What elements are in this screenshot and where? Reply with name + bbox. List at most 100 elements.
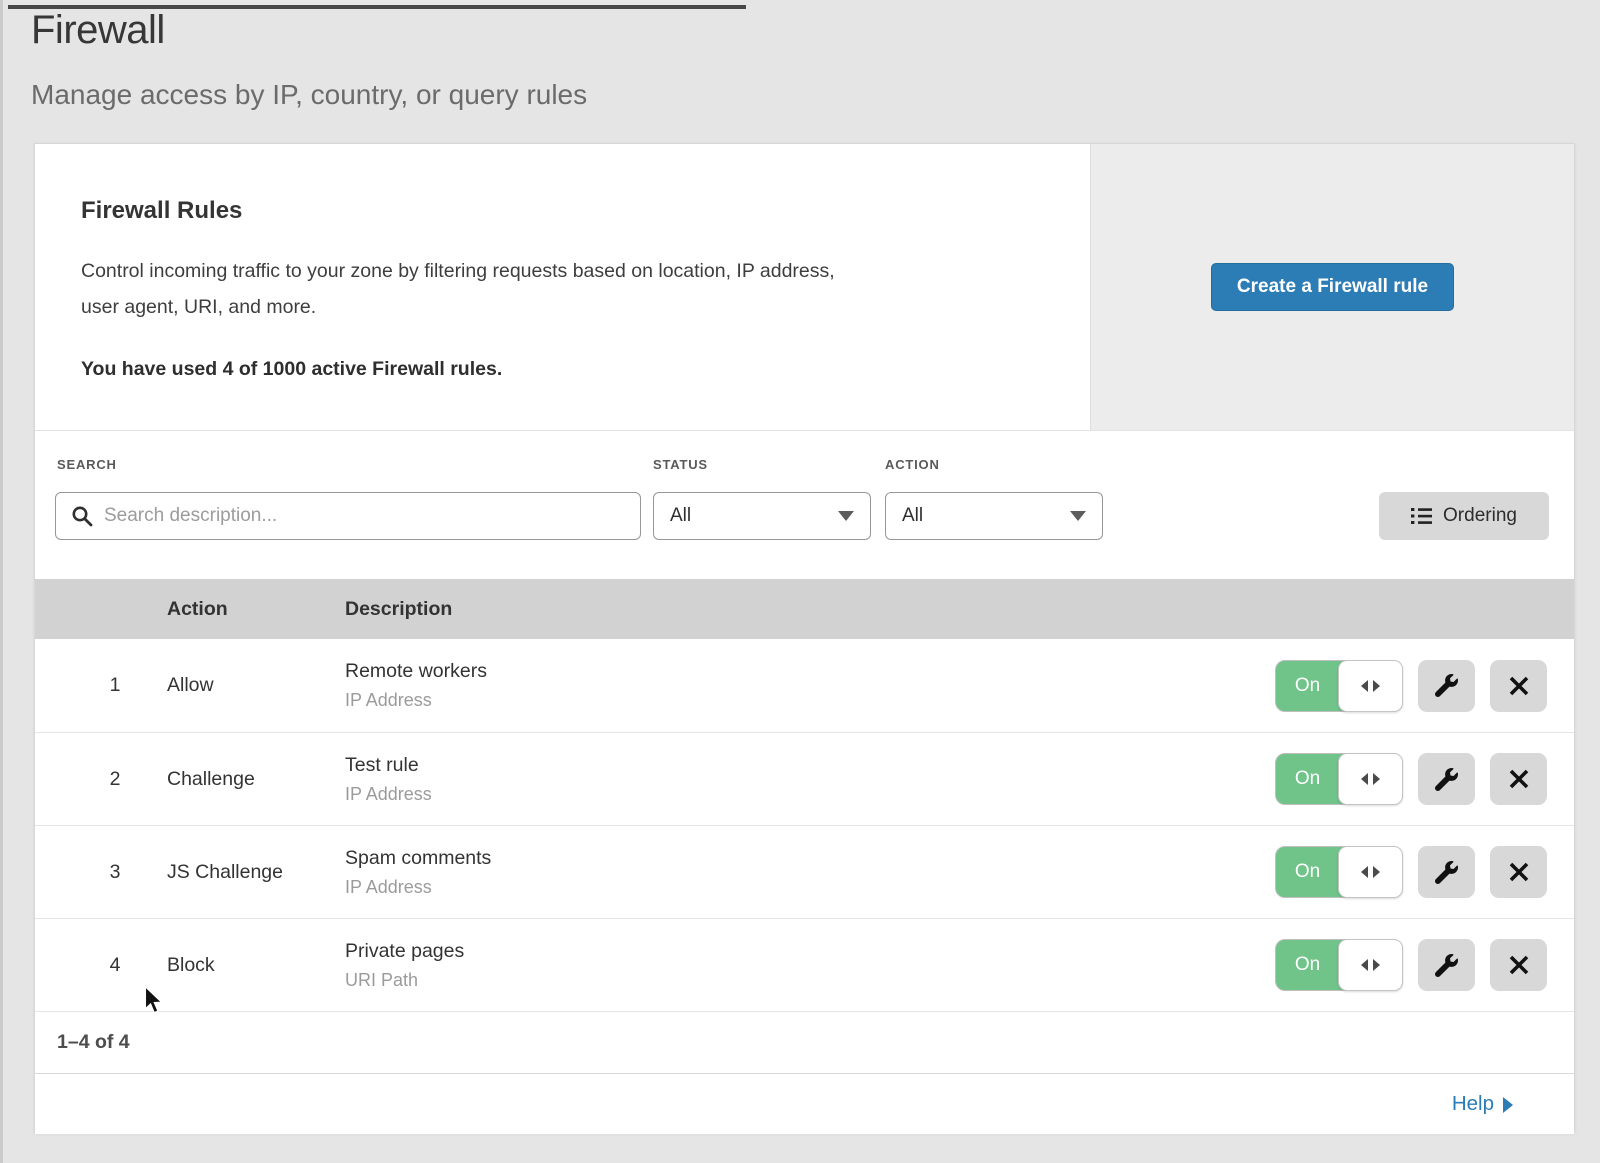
chevron-down-icon: [1070, 511, 1086, 521]
description-cell: Private pages URI Path: [345, 940, 1275, 991]
search-label: SEARCH: [57, 457, 117, 472]
status-label: STATUS: [653, 457, 708, 472]
left-arrow-icon: [1361, 866, 1368, 878]
row-controls: On: [1275, 660, 1574, 712]
action-label: ACTION: [885, 457, 940, 472]
description-cell: Remote workers IP Address: [345, 660, 1275, 711]
right-arrow-icon: [1373, 959, 1380, 971]
close-icon: [1508, 675, 1530, 697]
rule-toggle[interactable]: On: [1275, 660, 1403, 712]
create-rule-panel: Create a Firewall rule: [1090, 144, 1574, 430]
left-arrow-icon: [1361, 959, 1368, 971]
delete-rule-button[interactable]: [1490, 939, 1547, 991]
firewall-page: Firewall Manage access by IP, country, o…: [0, 0, 1600, 1163]
row-controls: On: [1275, 846, 1574, 898]
delete-rule-button[interactable]: [1490, 660, 1547, 712]
toggle-handle[interactable]: [1338, 846, 1403, 898]
toggle-handle[interactable]: [1338, 753, 1403, 805]
status-dropdown-value: All: [670, 505, 691, 527]
search-input[interactable]: [55, 492, 641, 540]
action-cell: JS Challenge: [167, 861, 345, 884]
card-description-line1: Control incoming traffic to your zone by…: [81, 253, 1046, 289]
priority-cell: 4: [35, 954, 167, 977]
close-icon: [1508, 861, 1530, 883]
help-link[interactable]: Help: [1452, 1092, 1513, 1116]
chevron-down-icon: [838, 511, 854, 521]
intro-section: Firewall Rules Control incoming traffic …: [35, 144, 1574, 430]
description-cell: Spam comments IP Address: [345, 847, 1275, 898]
wrench-icon: [1435, 768, 1458, 791]
close-icon: [1508, 768, 1530, 790]
search-icon: [71, 505, 93, 527]
description-match-type: IP Address: [345, 690, 1275, 711]
description-title: Private pages: [345, 940, 1275, 963]
edit-rule-button[interactable]: [1418, 846, 1475, 898]
action-cell: Challenge: [167, 768, 345, 791]
card-footer: Help: [35, 1073, 1574, 1134]
pagination-bar: 1–4 of 4: [35, 1011, 1574, 1073]
ordering-list-icon: [1411, 507, 1432, 525]
row-controls: On: [1275, 939, 1574, 991]
create-firewall-rule-button[interactable]: Create a Firewall rule: [1211, 263, 1454, 311]
priority-cell: 1: [35, 674, 167, 697]
intro-text-block: Firewall Rules Control incoming traffic …: [81, 196, 1046, 381]
description-match-type: IP Address: [345, 877, 1275, 898]
card-heading: Firewall Rules: [81, 196, 1046, 226]
usage-note: You have used 4 of 1000 active Firewall …: [81, 358, 1046, 381]
rule-toggle[interactable]: On: [1275, 939, 1403, 991]
left-arrow-icon: [1361, 680, 1368, 692]
priority-cell: 3: [35, 861, 167, 884]
close-icon: [1508, 954, 1530, 976]
description-title: Spam comments: [345, 847, 1275, 870]
edit-rule-button[interactable]: [1418, 939, 1475, 991]
description-match-type: URI Path: [345, 970, 1275, 991]
page-subtitle: Manage access by IP, country, or query r…: [31, 79, 587, 111]
toggle-on-label: On: [1276, 940, 1339, 990]
card-description: Control incoming traffic to your zone by…: [81, 253, 1046, 325]
rule-toggle[interactable]: On: [1275, 753, 1403, 805]
wrench-icon: [1435, 861, 1458, 884]
status-dropdown[interactable]: All: [653, 492, 871, 540]
table-header-description: Description: [345, 598, 1574, 621]
action-cell: Block: [167, 954, 345, 977]
delete-rule-button[interactable]: [1490, 846, 1547, 898]
table-header-action: Action: [167, 598, 345, 621]
right-arrow-icon: [1373, 866, 1380, 878]
right-arrow-icon: [1373, 680, 1380, 692]
card-description-line2: user agent, URI, and more.: [81, 289, 1046, 325]
toggle-on-label: On: [1276, 661, 1339, 711]
row-controls: On: [1275, 753, 1574, 805]
description-title: Test rule: [345, 754, 1275, 777]
ordering-button-label: Ordering: [1443, 505, 1517, 527]
toggle-on-label: On: [1276, 754, 1339, 804]
edit-rule-button[interactable]: [1418, 660, 1475, 712]
description-match-type: IP Address: [345, 784, 1275, 805]
page-edge-artifact: [0, 0, 3, 1163]
table-row: 4 Block Private pages URI Path On: [35, 918, 1574, 1011]
help-link-label: Help: [1452, 1092, 1494, 1116]
delete-rule-button[interactable]: [1490, 753, 1547, 805]
filters-section: SEARCH STATUS All ACTION All: [35, 430, 1574, 579]
wrench-icon: [1435, 674, 1458, 697]
toggle-handle[interactable]: [1338, 939, 1403, 991]
table-row: 2 Challenge Test rule IP Address On: [35, 732, 1574, 825]
wrench-icon: [1435, 954, 1458, 977]
action-dropdown[interactable]: All: [885, 492, 1103, 540]
left-arrow-icon: [1361, 773, 1368, 785]
description-title: Remote workers: [345, 660, 1275, 683]
firewall-rules-card: Firewall Rules Control incoming traffic …: [34, 143, 1575, 1133]
description-cell: Test rule IP Address: [345, 754, 1275, 805]
toggle-handle[interactable]: [1338, 660, 1403, 712]
pagination-text: 1–4 of 4: [57, 1031, 130, 1054]
help-arrow-icon: [1503, 1097, 1513, 1113]
toggle-on-label: On: [1276, 847, 1339, 897]
action-dropdown-value: All: [902, 505, 923, 527]
right-arrow-icon: [1373, 773, 1380, 785]
table-row: 3 JS Challenge Spam comments IP Address …: [35, 825, 1574, 918]
edit-rule-button[interactable]: [1418, 753, 1475, 805]
rule-toggle[interactable]: On: [1275, 846, 1403, 898]
search-field-wrap: [55, 492, 641, 540]
ordering-button[interactable]: Ordering: [1379, 492, 1549, 540]
page-title: Firewall: [31, 8, 165, 53]
table-row: 1 Allow Remote workers IP Address On: [35, 639, 1574, 732]
